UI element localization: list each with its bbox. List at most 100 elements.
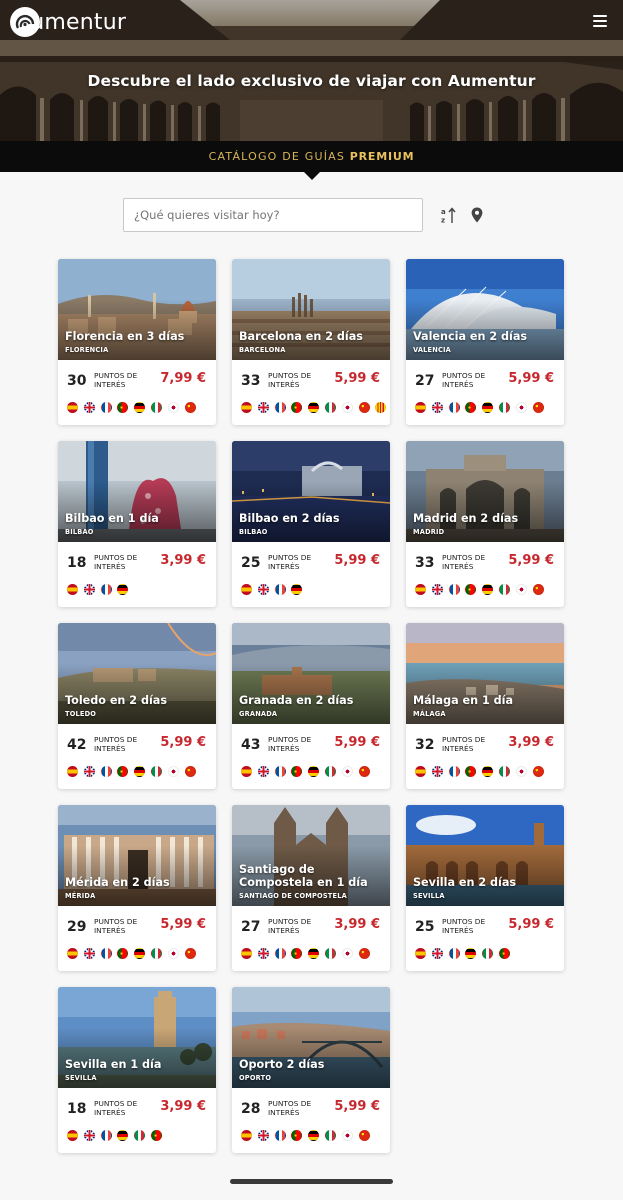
- guide-price: 5,99 €: [160, 735, 206, 750]
- guide-title: Florencia en 3 días: [65, 330, 185, 343]
- guide-card[interactable]: Sevilla en 2 días SEVILLA 25 PUNTOS DE I…: [406, 805, 564, 971]
- guide-card[interactable]: Mérida en 2 días MÉRIDA 29 PUNTOS DE INT…: [58, 805, 216, 971]
- guide-card[interactable]: Bilbao en 1 día BILBAO 18 PUNTOS DE INTE…: [58, 441, 216, 607]
- guide-city: OPORTO: [239, 1074, 272, 1082]
- guide-price: 5,99 €: [334, 371, 380, 386]
- guide-card[interactable]: Valencia en 2 días VALENCIA 27 PUNTOS DE…: [406, 259, 564, 425]
- flag-gb-icon: [257, 402, 269, 413]
- flag-es-icon: [67, 948, 78, 959]
- guide-card[interactable]: Granada en 2 días GRANADA 43 PUNTOS DE I…: [232, 623, 390, 789]
- guide-info: 18 PUNTOS DE INTERÉS 3,99 €: [58, 542, 216, 607]
- flag-it-icon: [324, 402, 336, 413]
- flag-es-icon: [67, 584, 78, 595]
- flag-de-icon: [308, 766, 320, 777]
- poi-count: 27: [241, 919, 261, 935]
- flag-cn-icon: [358, 766, 370, 777]
- hero-title: Descubre el lado exclusivo de viajar con…: [87, 72, 536, 90]
- flag-cn-icon: [358, 948, 370, 959]
- flag-gb-icon: [83, 402, 95, 413]
- guide-info: 42 PUNTOS DE INTERÉS 5,99 €: [58, 724, 216, 789]
- flag-cn-icon: [184, 948, 196, 959]
- flag-gb-icon: [257, 766, 269, 777]
- language-flags: [415, 948, 516, 960]
- language-flags: [241, 584, 308, 596]
- flag-pt-icon: [117, 948, 129, 959]
- sort-alpha-icon[interactable]: a z: [441, 207, 457, 224]
- guide-info: 32 PUNTOS DE INTERÉS 3,99 €: [406, 724, 564, 789]
- guide-city: MÉRIDA: [65, 892, 96, 900]
- guide-city: VALENCIA: [413, 346, 451, 354]
- guide-city: SEVILLA: [65, 1074, 97, 1082]
- poi-count: 32: [415, 737, 435, 753]
- flag-it-icon: [150, 948, 162, 959]
- guide-city: SEVILLA: [413, 892, 445, 900]
- guide-title: Bilbao en 2 días: [239, 512, 340, 525]
- catalog-arrow: [304, 172, 320, 180]
- guide-info: 25 PUNTOS DE INTERÉS 5,99 €: [406, 906, 564, 971]
- poi-label: PUNTOS DE INTERÉS: [268, 371, 312, 390]
- flag-es-icon: [67, 1130, 78, 1141]
- flag-de-icon: [134, 948, 146, 959]
- language-flags: [67, 584, 134, 596]
- guide-price: 5,99 €: [334, 735, 380, 750]
- language-flags: [415, 584, 549, 596]
- guide-price: 3,99 €: [334, 917, 380, 932]
- flag-de-icon: [308, 1130, 320, 1141]
- flag-pt-icon: [291, 766, 303, 777]
- guide-city: GRANADA: [239, 710, 278, 718]
- aumentur-logo[interactable]: Aumentur: [9, 6, 126, 38]
- flag-gb-icon: [431, 948, 443, 959]
- flag-de-icon: [465, 948, 477, 959]
- guide-info: 27 PUNTOS DE INTERÉS 5,99 €: [406, 360, 564, 425]
- guide-card[interactable]: Santiago de Compostela en 1 día SANTIAGO…: [232, 805, 390, 971]
- flag-de-icon: [482, 402, 494, 413]
- guide-card[interactable]: Sevilla en 1 día SEVILLA 18 PUNTOS DE IN…: [58, 987, 216, 1153]
- flag-gb-icon: [83, 584, 95, 595]
- flag-pt-icon: [465, 766, 477, 777]
- flag-de-icon: [134, 766, 146, 777]
- guide-title: Barcelona en 2 días: [239, 330, 363, 343]
- home-indicator: [230, 1179, 393, 1184]
- guide-info: 28 PUNTOS DE INTERÉS 5,99 €: [232, 1088, 390, 1153]
- language-flags: [67, 1130, 168, 1142]
- guide-card[interactable]: Madrid en 2 días MADRID 33 PUNTOS DE INT…: [406, 441, 564, 607]
- catalog-label-premium: PREMIUM: [349, 150, 415, 163]
- guide-price: 3,99 €: [160, 1099, 206, 1114]
- guide-card[interactable]: Toledo en 2 días TOLEDO 42 PUNTOS DE INT…: [58, 623, 216, 789]
- guide-card[interactable]: Málaga en 1 día MÁLAGA 32 PUNTOS DE INTE…: [406, 623, 564, 789]
- flag-es-icon: [241, 766, 252, 777]
- guide-city: BILBAO: [65, 528, 94, 536]
- guide-price: 3,99 €: [508, 735, 554, 750]
- guide-card[interactable]: Barcelona en 2 días BARCELONA 33 PUNTOS …: [232, 259, 390, 425]
- guide-info: 33 PUNTOS DE INTERÉS 5,99 €: [232, 360, 390, 425]
- guide-price: 5,99 €: [508, 553, 554, 568]
- guide-card[interactable]: Bilbao en 2 días BILBAO 25 PUNTOS DE INT…: [232, 441, 390, 607]
- flag-fr-icon: [100, 584, 112, 595]
- search-input[interactable]: [123, 198, 423, 232]
- poi-count: 28: [241, 1101, 261, 1117]
- flag-cn-icon: [184, 402, 196, 413]
- guide-image: Sevilla en 1 día SEVILLA: [58, 987, 216, 1088]
- location-pin-icon[interactable]: [471, 207, 483, 223]
- flag-jp-icon: [515, 766, 527, 777]
- guide-price: 5,99 €: [508, 371, 554, 386]
- guide-title: Santiago de Compostela en 1 día: [239, 863, 368, 889]
- guide-image: Florencia en 3 días FLORENCIA: [58, 259, 216, 360]
- hero-banner: Aumentur Descubre el lado exclusivo de v…: [0, 0, 623, 141]
- hamburger-menu-icon[interactable]: [593, 15, 607, 27]
- flag-gb-icon: [83, 948, 95, 959]
- flag-it-icon: [498, 766, 510, 777]
- flag-pt-icon: [291, 402, 303, 413]
- flag-fr-icon: [274, 948, 286, 959]
- language-flags: [241, 1130, 375, 1142]
- guide-title: Málaga en 1 día: [413, 694, 514, 707]
- flag-es-icon: [241, 948, 252, 959]
- guide-image: Granada en 2 días GRANADA: [232, 623, 390, 724]
- language-flags: [67, 948, 201, 960]
- flag-gb-icon: [257, 1130, 269, 1141]
- guide-card[interactable]: Florencia en 3 días FLORENCIA 30 PUNTOS …: [58, 259, 216, 425]
- poi-label: PUNTOS DE INTERÉS: [268, 1099, 312, 1118]
- guide-card[interactable]: Oporto 2 días OPORTO 28 PUNTOS DE INTERÉ…: [232, 987, 390, 1153]
- guide-info: 33 PUNTOS DE INTERÉS 5,99 €: [406, 542, 564, 607]
- svg-text:z: z: [441, 217, 445, 225]
